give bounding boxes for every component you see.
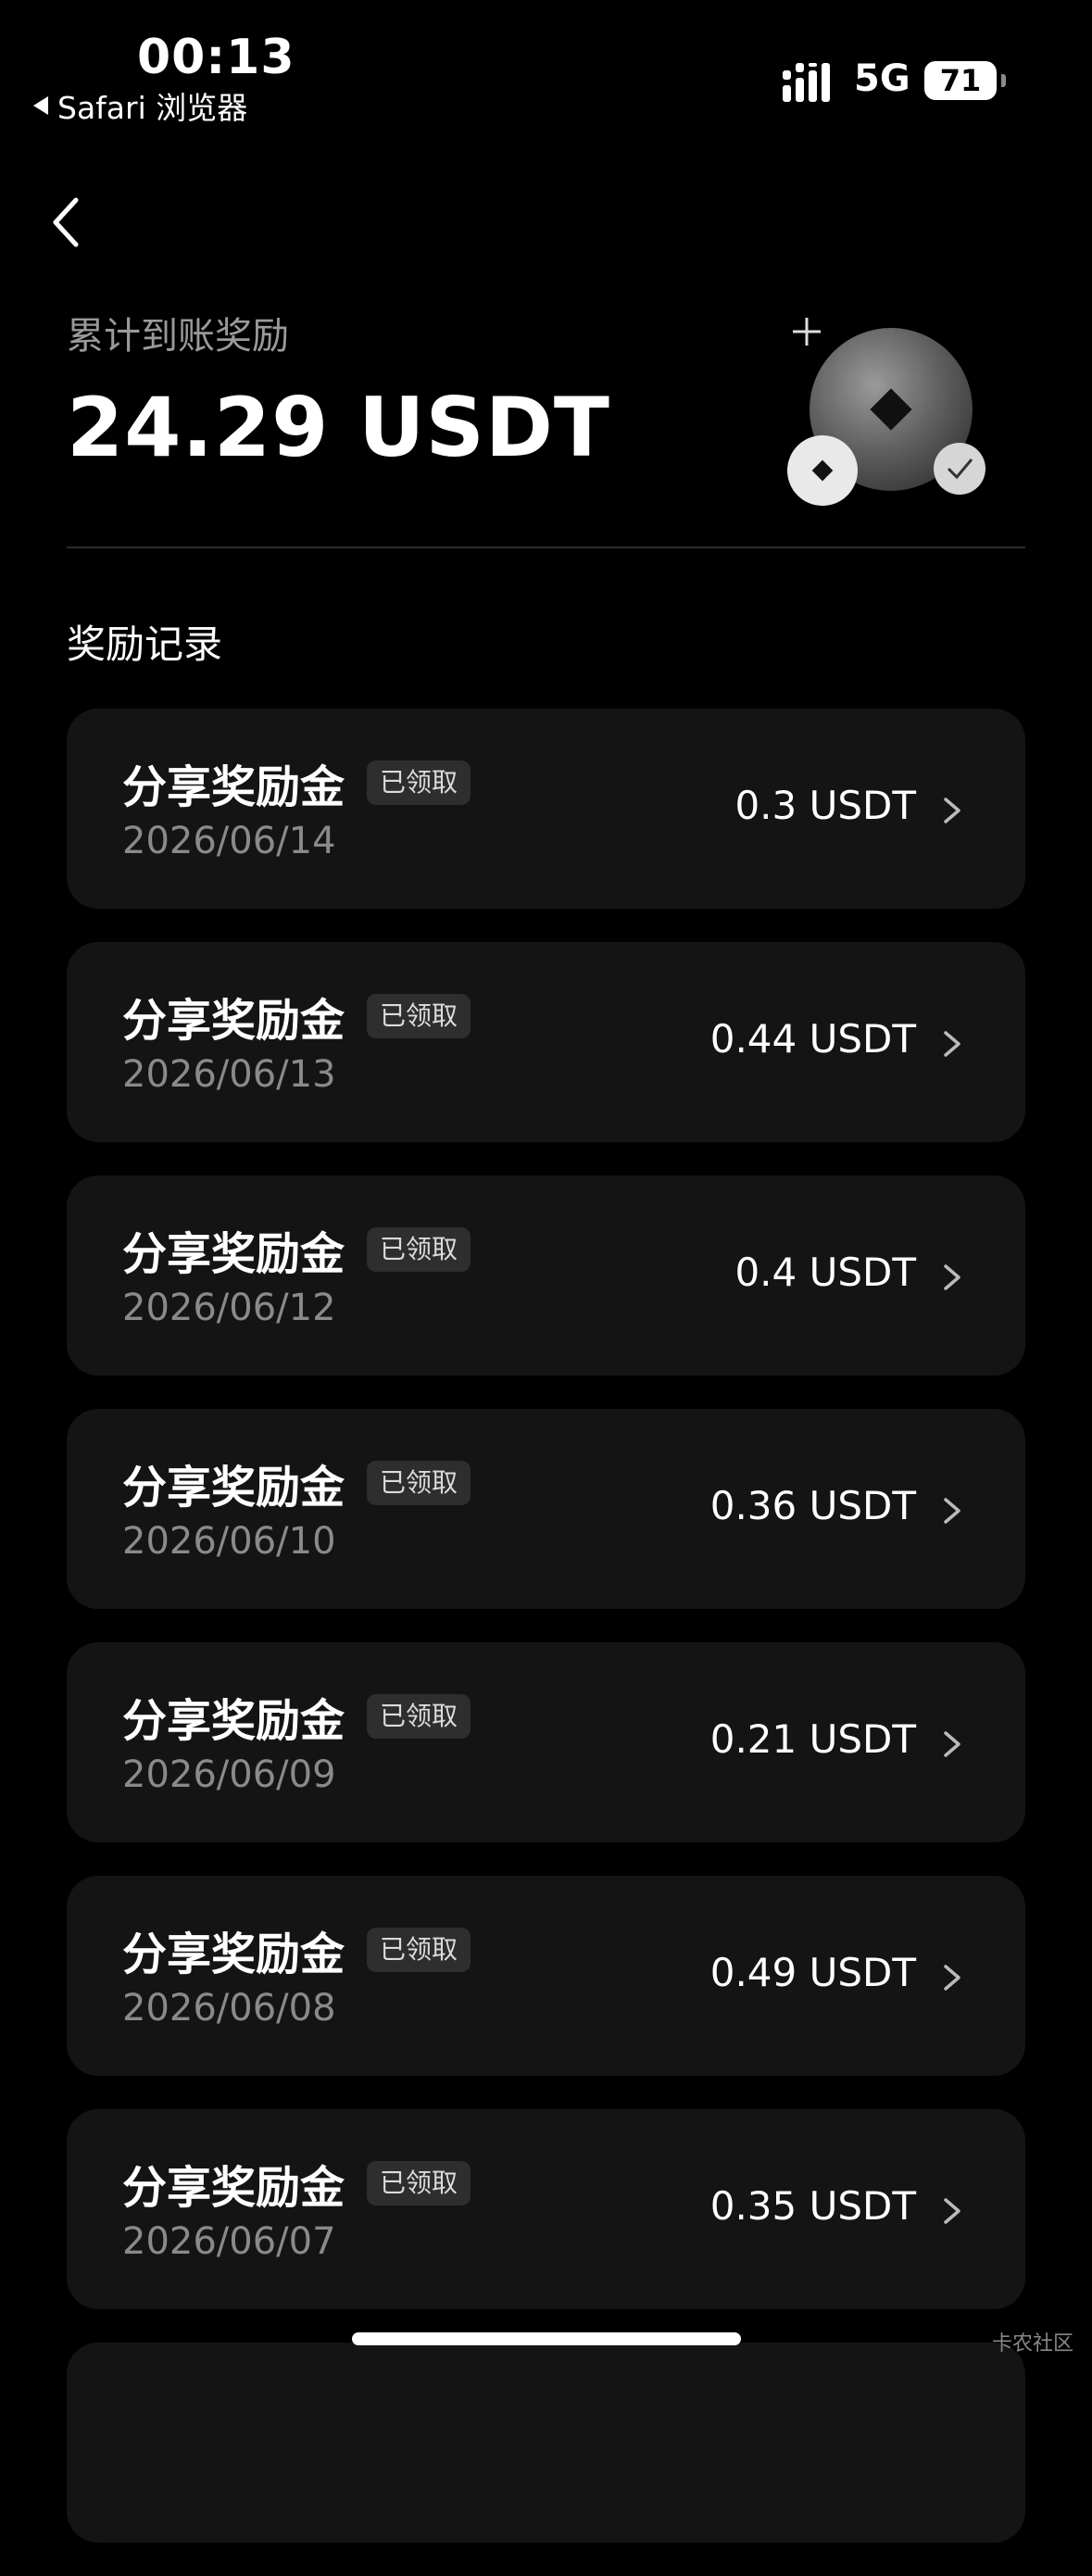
- reward-record-card[interactable]: 分享奖励金 已领取 2026/06/07 0.35 USDT: [67, 2109, 1025, 2309]
- total-reward-label: 累计到账奖励: [67, 315, 289, 358]
- record-title: 分享奖励金: [122, 2162, 345, 2214]
- chevron-left-icon[interactable]: [48, 195, 85, 250]
- battery-icon: 71: [924, 61, 1006, 100]
- record-title: 分享奖励金: [122, 1462, 345, 1514]
- back-to-app-link[interactable]: Safari 浏览器: [33, 83, 247, 128]
- record-amount: 0.4 USDT: [734, 1250, 916, 1295]
- chevron-right-icon: [944, 1498, 960, 1524]
- record-amount: 0.3 USDT: [734, 783, 916, 828]
- record-date: 2026/06/08: [122, 1987, 336, 2029]
- record-amount: 0.44 USDT: [709, 1016, 916, 1062]
- chevron-right-icon: [944, 798, 960, 823]
- record-amount: 0.36 USDT: [709, 1483, 916, 1528]
- record-title: 分享奖励金: [122, 1228, 345, 1280]
- record-amount: 0.49 USDT: [709, 1950, 916, 1995]
- chevron-right-icon: [944, 1031, 960, 1057]
- reward-record-card[interactable]: 分享奖励金 已领取 2026/06/08 0.49 USDT: [67, 1876, 1025, 2076]
- reward-records-list: 分享奖励金 已领取 2026/06/14 0.3 USDT 分享奖励金 已领取 …: [67, 709, 1025, 2576]
- status-badge: 已领取: [367, 2161, 471, 2205]
- record-date: 2026/06/12: [122, 1287, 336, 1329]
- chevron-right-icon: [944, 2198, 960, 2224]
- record-date: 2026/06/14: [122, 820, 336, 862]
- status-badge: 已领取: [367, 760, 471, 805]
- record-date: 2026/06/09: [122, 1753, 336, 1796]
- status-badge: 已领取: [367, 1461, 471, 1505]
- signal-icon: [783, 63, 830, 102]
- coin-reward-illustration: [787, 318, 985, 506]
- section-title: 奖励记录: [67, 622, 223, 667]
- record-date: 2026/06/07: [122, 2220, 336, 2263]
- reward-record-card[interactable]: 分享奖励金 已领取 2026/06/09 0.21 USDT: [67, 1642, 1025, 1842]
- reward-record-card[interactable]: 分享奖励金 已领取 2026/06/13 0.44 USDT: [67, 942, 1025, 1142]
- status-badge: 已领取: [367, 994, 471, 1038]
- home-indicator[interactable]: [352, 2332, 741, 2345]
- record-title: 分享奖励金: [122, 995, 345, 1047]
- back-triangle-icon: [33, 96, 48, 115]
- reward-record-card[interactable]: 分享奖励金 已领取 2026/06/12 0.4 USDT: [67, 1175, 1025, 1376]
- total-reward-amount: 24.29 USDT: [67, 380, 610, 475]
- reward-record-card[interactable]: 分享奖励金 已领取 2026/06/10 0.36 USDT: [67, 1409, 1025, 1609]
- status-badge: 已领取: [367, 1694, 471, 1739]
- record-date: 2026/06/13: [122, 1053, 336, 1096]
- record-date: 2026/06/10: [122, 1520, 336, 1563]
- divider: [67, 547, 1025, 548]
- record-title: 分享奖励金: [122, 761, 345, 813]
- network-type: 5G: [854, 57, 910, 100]
- status-badge: 已领取: [367, 1928, 471, 1972]
- back-app-label: Safari 浏览器: [57, 90, 248, 126]
- record-title: 分享奖励金: [122, 1929, 345, 1980]
- status-time: 00:13: [137, 30, 295, 85]
- status-badge: 已领取: [367, 1227, 471, 1272]
- watermark: 卡农社区: [991, 2332, 1073, 2356]
- chevron-right-icon: [944, 1731, 960, 1757]
- status-bar: 00:13 Safari 浏览器 5G 71: [0, 0, 1092, 130]
- record-title: 分享奖励金: [122, 1695, 345, 1747]
- chevron-right-icon: [944, 1965, 960, 1991]
- record-amount: 0.21 USDT: [709, 1716, 916, 1762]
- chevron-right-icon: [944, 1264, 960, 1290]
- reward-record-card-partial[interactable]: [67, 2343, 1025, 2543]
- record-amount: 0.35 USDT: [709, 2183, 916, 2229]
- reward-record-card[interactable]: 分享奖励金 已领取 2026/06/14 0.3 USDT: [67, 709, 1025, 909]
